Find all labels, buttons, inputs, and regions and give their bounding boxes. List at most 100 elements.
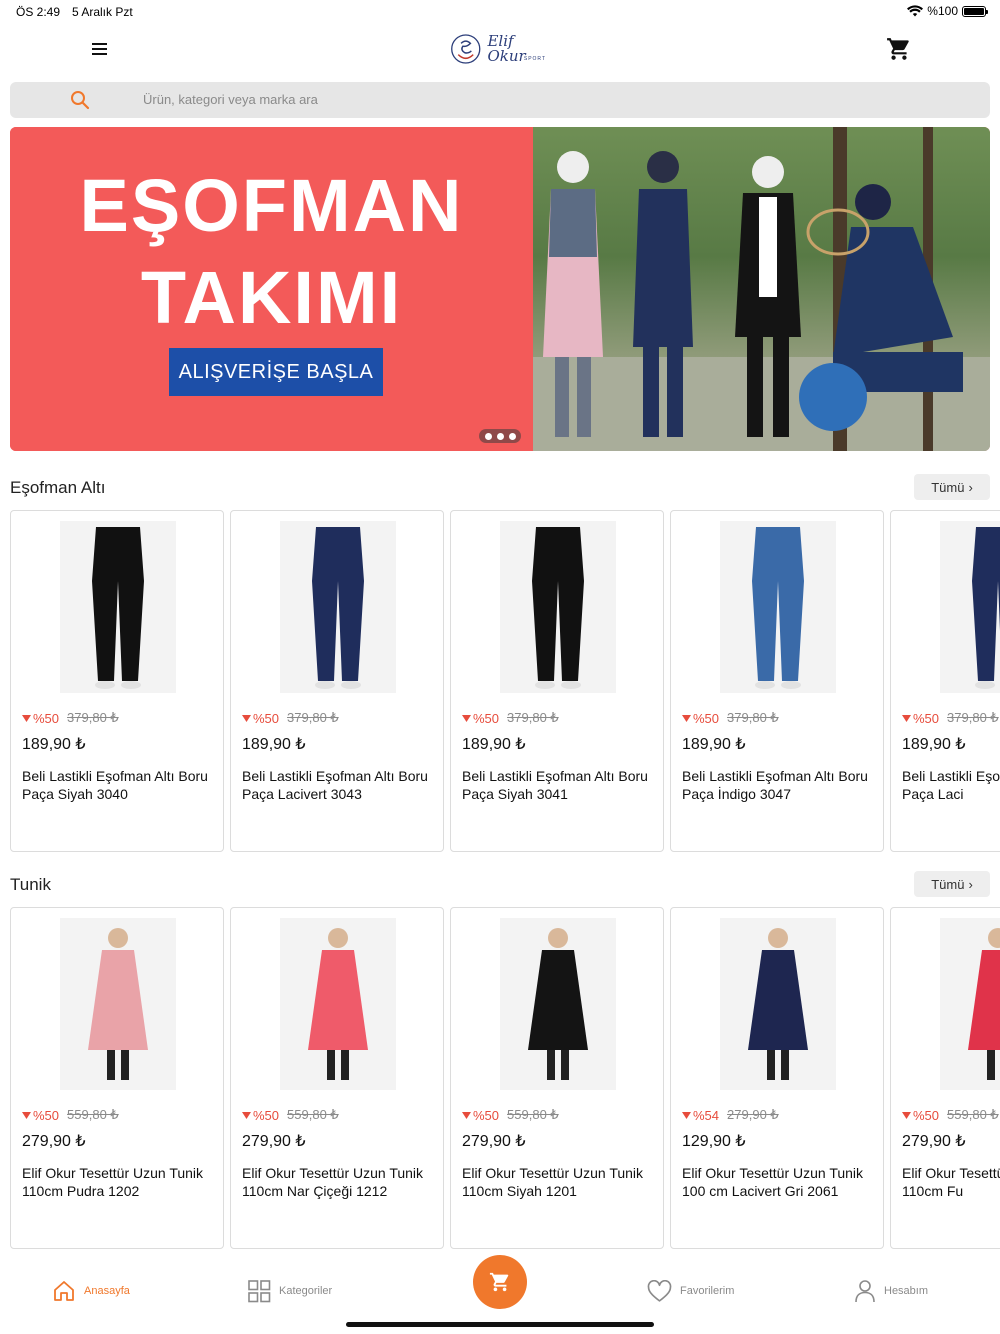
battery-icon xyxy=(962,5,988,17)
tab-label: Anasayfa xyxy=(84,1285,130,1297)
product-name: Elif Okur Tesettür Uzun Tunik 110cm Fu xyxy=(902,1165,1000,1199)
product-price: 189,90 ₺ xyxy=(22,736,86,753)
product-name: Beli Lastikli Eşofman Altı Boru Paça İnd… xyxy=(682,768,868,802)
section-title-esofman-alti: Eşofman Altı xyxy=(10,478,106,497)
see-all-button-esofman-alti[interactable]: Tümü › xyxy=(914,474,990,500)
product-image-frame[interactable] xyxy=(940,918,1000,1090)
discount-info: %50 379,80 ₺ xyxy=(462,710,559,726)
product-row-esofman-alti[interactable]: %50 379,80 ₺ 189,90 ₺ Beli Lastikli Eşofman… xyxy=(10,510,1000,852)
product-price: 189,90 ₺ xyxy=(242,736,306,753)
product-image xyxy=(940,521,1000,693)
banner-models-image xyxy=(533,127,990,451)
logo-subtext: SPORT xyxy=(523,56,546,62)
product-image xyxy=(60,521,176,693)
discount-info: %50 379,80 ₺ xyxy=(902,710,999,726)
product-image xyxy=(500,521,616,693)
tab-kategoriler[interactable]: Kategoriler xyxy=(248,1276,332,1306)
menu-button[interactable] xyxy=(88,37,112,61)
header-cart-button[interactable] xyxy=(886,36,912,62)
tab-label: Favorilerim xyxy=(680,1285,735,1297)
old-price: 559,80 ₺ xyxy=(947,1107,999,1122)
product-name: Beli Lastikli Eşofman Altı Boru Paça Siy… xyxy=(22,768,208,802)
product-card[interactable]: %50 559,80 ₺ 279,90 ₺ Elif Okur Tesettür Uz… xyxy=(450,907,664,1249)
product-image-frame[interactable] xyxy=(60,521,176,693)
product-image-frame[interactable] xyxy=(280,918,396,1090)
see-all-button-tunik[interactable]: Tümü › xyxy=(914,871,990,897)
old-price: 279,90 ₺ xyxy=(727,1107,779,1122)
product-image-frame[interactable] xyxy=(500,521,616,693)
product-image-frame[interactable] xyxy=(720,918,836,1090)
product-image-frame[interactable] xyxy=(940,521,1000,693)
discount-percent: %50 xyxy=(693,710,720,726)
discount-percent: %54 xyxy=(693,1107,720,1123)
search-placeholder: Ürün, kategori veya marka ara xyxy=(143,92,318,107)
arrow-down-icon xyxy=(682,1111,691,1119)
banner-title-line2: TAKIMI xyxy=(140,256,403,339)
product-price: 189,90 ₺ xyxy=(462,736,526,753)
wifi-icon xyxy=(907,5,924,17)
banner-text-panel: EŞOFMAN TAKIMI ALIŞVERİŞE BAŞLA xyxy=(10,127,533,451)
discount-percent: %50 xyxy=(913,1107,940,1123)
brand-logo[interactable]: Elif Okur SPORT xyxy=(448,30,552,68)
banner-pagination[interactable] xyxy=(479,429,521,443)
discount-percent: %50 xyxy=(473,710,500,726)
tab-favorilerim[interactable]: Favorilerim xyxy=(647,1276,734,1306)
tab-cart-button[interactable] xyxy=(473,1255,527,1309)
tab-anasayfa[interactable]: Anasayfa xyxy=(52,1276,130,1306)
pagination-dot[interactable] xyxy=(484,432,492,440)
grid-icon xyxy=(248,1279,271,1302)
discount-percent: %50 xyxy=(913,710,940,726)
home-indicator[interactable] xyxy=(346,1322,654,1327)
cart-icon xyxy=(887,38,909,60)
product-row-tunik[interactable]: %50 559,80 ₺ 279,90 ₺ Elif Okur Tesettür Uz… xyxy=(10,907,1000,1249)
product-card[interactable]: %50 379,80 ₺ 189,90 ₺ Beli Lastikli Eşofman… xyxy=(670,510,884,852)
product-image-frame[interactable] xyxy=(500,918,616,1090)
product-card[interactable]: %50 379,80 ₺ 189,90 ₺ Beli Lastikli Eşofman… xyxy=(230,510,444,852)
product-card[interactable]: %50 379,80 ₺ 189,90 ₺ Beli Lastikli Eşofman… xyxy=(450,510,664,852)
old-price: 559,80 ₺ xyxy=(67,1107,119,1122)
product-card[interactable]: %50 559,80 ₺ 279,90 ₺ Elif Okur Tesettür Uz… xyxy=(890,907,1000,1249)
banner-photo xyxy=(533,127,990,451)
product-card[interactable]: %50 379,80 ₺ 189,90 ₺ Beli Lastikli Eşofman… xyxy=(10,510,224,852)
discount-info: %50 559,80 ₺ xyxy=(22,1107,119,1123)
discount-info: %50 379,80 ₺ xyxy=(242,710,339,726)
arrow-down-icon xyxy=(22,714,31,722)
old-price: 379,80 ₺ xyxy=(287,710,339,725)
product-image-frame[interactable] xyxy=(60,918,176,1090)
product-image xyxy=(500,918,616,1090)
product-image-frame[interactable] xyxy=(720,521,836,693)
discount-info: %50 379,80 ₺ xyxy=(682,710,779,726)
discount-percent: %50 xyxy=(33,710,60,726)
tab-label: Hesabım xyxy=(884,1285,929,1297)
battery-percent: %100 xyxy=(927,4,958,18)
product-name: Elif Okur Tesettür Uzun Tunik 110cm Siya… xyxy=(462,1165,644,1199)
pagination-dot[interactable] xyxy=(508,432,516,440)
product-card[interactable]: %50 559,80 ₺ 279,90 ₺ Elif Okur Tesettür Uz… xyxy=(10,907,224,1249)
product-image xyxy=(720,918,836,1090)
product-name: Beli Lastikli Eşofman Altı Boru Paça Lac… xyxy=(242,768,428,802)
banner-cta-button[interactable]: ALIŞVERİŞE BAŞLA xyxy=(169,348,383,396)
product-image-frame[interactable] xyxy=(280,521,396,693)
discount-percent: %50 xyxy=(253,710,280,726)
product-name: Beli Lastikli Eşofman Altı Boru Paça Lac… xyxy=(902,768,1000,802)
chevron-right-icon: › xyxy=(968,876,973,892)
product-name: Elif Okur Tesettür Uzun Tunik 110cm Pudr… xyxy=(22,1165,204,1199)
tab-bar: Anasayfa Kategoriler Favorilerim Hesabım xyxy=(0,1250,1000,1334)
arrow-down-icon xyxy=(22,1111,31,1119)
product-image xyxy=(940,918,1000,1090)
pagination-dot[interactable] xyxy=(496,432,504,440)
product-price: 129,90 ₺ xyxy=(682,1133,746,1150)
tab-hesabim[interactable]: Hesabım xyxy=(854,1276,928,1306)
product-card[interactable]: %54 279,90 ₺ 129,90 ₺ Elif Okur Tesettür Uz… xyxy=(670,907,884,1249)
product-card[interactable]: %50 379,80 ₺ 189,90 ₺ Beli Lastikli Eşofman… xyxy=(890,510,1000,852)
user-icon xyxy=(855,1280,875,1303)
status-bar: ÖS 2:49 5 Aralık Pzt %100 xyxy=(0,0,1000,24)
promo-banner[interactable]: EŞOFMAN TAKIMI ALIŞVERİŞE BAŞLA xyxy=(10,127,990,451)
product-card[interactable]: %50 559,80 ₺ 279,90 ₺ Elif Okur Tesettür Uz… xyxy=(230,907,444,1249)
nav-bar: Elif Okur SPORT xyxy=(0,24,1000,74)
arrow-down-icon xyxy=(242,1111,251,1119)
product-name: Elif Okur Tesettür Uzun Tunik 110cm Nar … xyxy=(242,1165,424,1199)
old-price: 379,80 ₺ xyxy=(67,710,119,725)
search-bar[interactable]: Ürün, kategori veya marka ara xyxy=(10,82,990,118)
arrow-down-icon xyxy=(682,714,691,722)
